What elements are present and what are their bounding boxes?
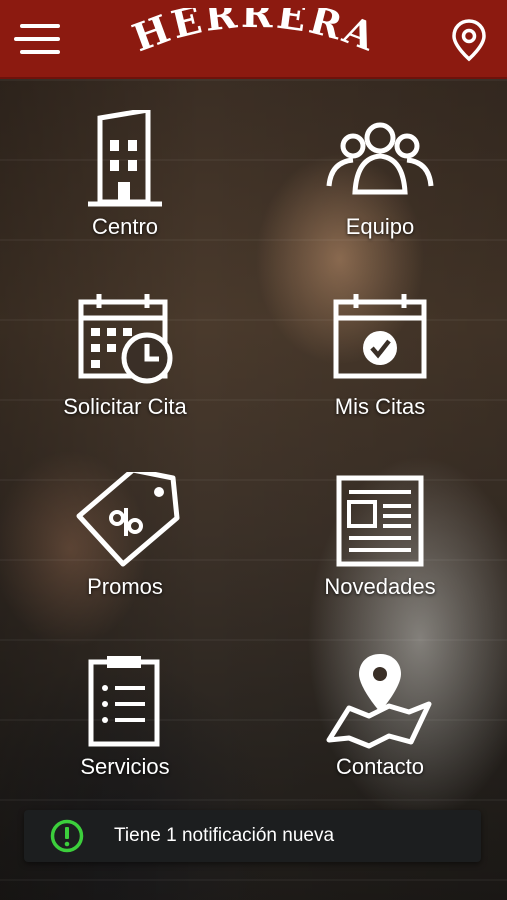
tile-label: Promos [87,574,163,599]
alert-circle-icon [50,819,84,853]
map-location-icon [326,654,432,749]
newspaper-icon [336,475,424,567]
discount-tag-icon [76,472,180,567]
tile-centro[interactable]: Centro [25,100,225,250]
tile-novedades[interactable]: Novedades [280,460,480,610]
hamburger-line [20,50,60,54]
brand-logo: HERRERA [120,0,390,70]
app-header: HERRERA [0,0,507,79]
hamburger-menu-icon [20,24,60,28]
tile-label: Centro [91,214,159,239]
tile-label: Servicios [80,754,170,779]
tile-label: Mis Citas [334,394,426,419]
tile-label: Solicitar Cita [63,394,187,419]
map-pin-icon [452,19,486,62]
notification-text: Tiene 1 notificación nueva [114,825,335,846]
tile-label: Contacto [335,754,425,779]
tile-servicios[interactable]: Servicios [25,640,225,790]
location-button[interactable] [449,18,489,62]
svg-text:HERRERA: HERRERA [126,8,383,60]
tile-equipo[interactable]: Equipo [280,100,480,250]
calendar-clock-icon [78,294,173,384]
tile-mis-citas[interactable]: Mis Citas [280,280,480,430]
menu-button[interactable] [14,18,62,58]
tile-contacto[interactable]: Contacto [280,640,480,790]
tile-promos[interactable]: Promos [25,460,225,610]
building-icon [88,110,162,207]
calendar-check-icon [333,294,427,379]
team-icon [326,122,434,195]
clipboard-list-icon [88,656,160,747]
tile-label: Novedades [324,574,436,599]
tile-solicitar-cita[interactable]: Solicitar Cita [25,280,225,430]
notification-banner[interactable]: Tiene 1 notificación nueva [24,810,481,862]
tile-label: Equipo [345,214,415,239]
hamburger-line [14,37,60,41]
